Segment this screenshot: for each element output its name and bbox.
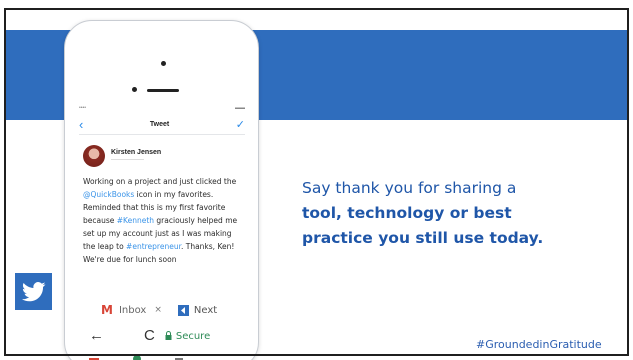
back-arrow-icon[interactable]: ←	[89, 328, 104, 343]
tweet-nav-bar: ‹ Tweet ✓	[79, 117, 245, 131]
app-indicator	[133, 355, 141, 360]
headline-line: Say thank you for sharing a	[302, 179, 517, 197]
twitter-bird-icon[interactable]	[15, 273, 52, 310]
gmail-icon: M	[101, 303, 113, 317]
secure-label: Secure	[175, 330, 211, 342]
headline-line: practice you still use today.	[302, 229, 544, 247]
divider	[79, 134, 245, 135]
tab-inbox[interactable]: Inbox	[119, 305, 146, 316]
close-icon[interactable]: ×	[154, 305, 162, 315]
tweet-body: Working on a project and just clicked th…	[83, 175, 245, 266]
headline-line: tool, technology or best	[302, 204, 512, 222]
phone-speaker	[147, 89, 179, 92]
tweet-mention-link[interactable]: #Kenneth	[117, 216, 154, 225]
phone-status-bar: •••• ▬▬	[79, 105, 245, 111]
tab-next[interactable]: Next	[194, 305, 217, 316]
reload-icon[interactable]: C	[144, 328, 155, 343]
nav-title: Tweet	[149, 120, 170, 128]
author-name[interactable]: Kirsten Jensen	[111, 149, 161, 156]
browser-toolbar: ← C Secure	[89, 327, 249, 345]
tweet-mention-link[interactable]: @QuickBooks	[83, 190, 134, 199]
chevron-left-icon[interactable]: ‹	[79, 118, 83, 131]
slide: •••• ▬▬ ‹ Tweet ✓ Kirsten Jensen —————— W…	[0, 0, 633, 360]
phone-mockup: •••• ▬▬ ‹ Tweet ✓ Kirsten Jensen —————— W…	[64, 20, 259, 360]
hashtag-footer: #GroundedinGratitude	[476, 338, 602, 351]
lock-icon	[165, 327, 172, 345]
avatar[interactable]	[83, 145, 105, 167]
slide-headline: Say thank you for sharing a tool, techno…	[302, 176, 602, 251]
phone-camera	[161, 61, 166, 66]
author-handle: ——————	[111, 157, 144, 163]
compose-icon[interactable]: ✓	[236, 118, 245, 131]
tweet-author: Kirsten Jensen ——————	[83, 141, 161, 171]
next-tab-icon	[177, 304, 189, 316]
phone-sensor	[132, 87, 137, 92]
tweet-hashtag-link[interactable]: #entrepreneur	[126, 242, 181, 251]
bottom-app-strip	[89, 355, 249, 360]
tweet-text: Working on a project and just clicked th…	[83, 177, 237, 186]
browser-tab-row: M Inbox × Next	[101, 303, 245, 317]
